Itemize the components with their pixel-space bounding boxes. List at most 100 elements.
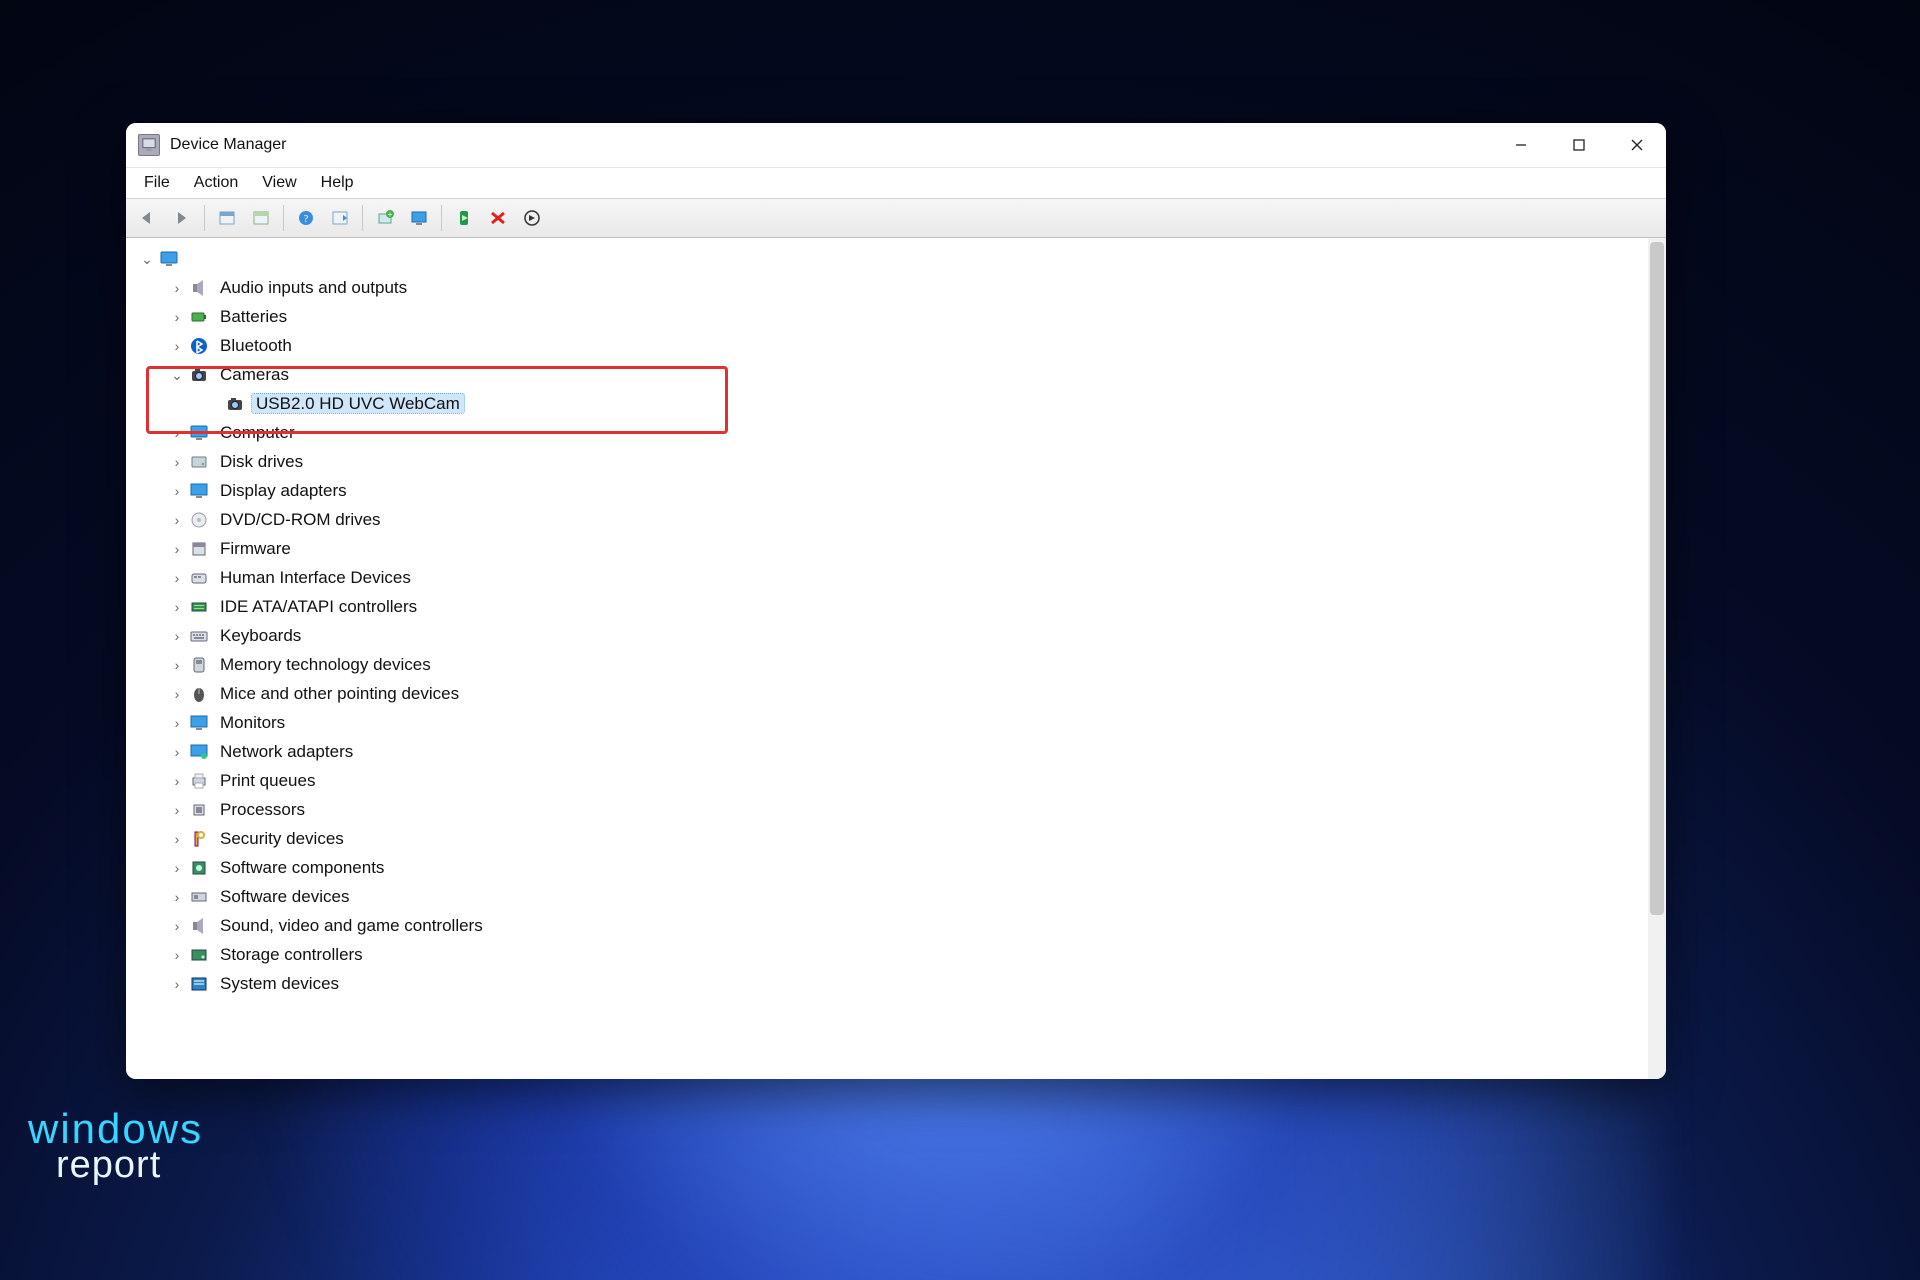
expand-icon[interactable]: › (168, 339, 186, 353)
toolbar-help[interactable]: ? (290, 203, 322, 233)
tree-node-mon[interactable]: ›Monitors (138, 708, 1648, 737)
tree-node-bt[interactable]: ›Bluetooth (138, 331, 1648, 360)
tree-node-disk[interactable]: ›Disk drives (138, 447, 1648, 476)
expand-icon[interactable]: › (168, 629, 186, 643)
tree-node-stc[interactable]: ›Storage controllers (138, 940, 1648, 969)
toolbar-enable[interactable] (448, 203, 480, 233)
toolbar-update[interactable] (245, 203, 277, 233)
toolbar-properties[interactable] (211, 203, 243, 233)
expand-icon[interactable]: › (168, 803, 186, 817)
tree-node-comp[interactable]: › Computer (138, 418, 1648, 447)
expand-icon[interactable]: › (168, 832, 186, 846)
tree-node-dvd[interactable]: ›DVD/CD-ROM drives (138, 505, 1648, 534)
expand-icon[interactable]: › (168, 745, 186, 759)
tree-node-hid[interactable]: ›Human Interface Devices (138, 563, 1648, 592)
expand-icon[interactable]: › (168, 919, 186, 933)
expand-icon[interactable]: › (168, 861, 186, 875)
expand-icon[interactable]: › (168, 687, 186, 701)
tree-node-label: Software devices (216, 887, 353, 906)
sound-icon (188, 915, 210, 937)
toolbar-separator (204, 205, 205, 231)
tree-node-label: Display adapters (216, 481, 351, 500)
svg-text:?: ? (304, 213, 309, 225)
tree-node-sys[interactable]: ›System devices (138, 969, 1648, 998)
tree-node-kb[interactable]: › Keyboards (138, 621, 1648, 650)
tree-node-audio[interactable]: › Audio inputs and outputs (138, 273, 1648, 302)
toolbar-add-legacy[interactable]: + (369, 203, 401, 233)
tree-node-snd[interactable]: ›Sound, video and game controllers (138, 911, 1648, 940)
expand-icon[interactable]: › (168, 310, 186, 324)
toolbar-uninstall[interactable] (482, 203, 514, 233)
device-tree[interactable]: ⌄ › Audio inputs and outputs › Batteries ›Blu… (126, 238, 1648, 1079)
tree-node-disp[interactable]: › Display adapters (138, 476, 1648, 505)
tree-node-label: Batteries (216, 307, 291, 326)
watermark-line2: report (56, 1148, 203, 1182)
tree-node-label: Audio inputs and outputs (216, 278, 411, 297)
tree-node-fw[interactable]: ›Firmware (138, 534, 1648, 563)
expand-icon[interactable]: › (168, 977, 186, 991)
tree-node-label (186, 258, 194, 260)
camera-icon (188, 364, 210, 386)
tree-node-cam[interactable]: ⌄Cameras (138, 360, 1648, 389)
menu-action[interactable]: Action (182, 171, 250, 195)
expand-icon[interactable]: › (168, 281, 186, 295)
monitor-icon (188, 712, 210, 734)
tree-node-mem[interactable]: ›Memory technology devices (138, 650, 1648, 679)
tree-node-swd[interactable]: › Software devices (138, 882, 1648, 911)
collapse-icon[interactable]: ⌄ (138, 252, 156, 266)
expand-icon[interactable]: › (168, 542, 186, 556)
tree-node-label: Keyboards (216, 626, 305, 645)
expand-icon[interactable]: › (168, 948, 186, 962)
computer-icon (158, 248, 180, 270)
toolbar: ? + (126, 198, 1666, 238)
menu-help[interactable]: Help (309, 171, 366, 195)
maximize-button[interactable] (1550, 123, 1608, 167)
window-title: Device Manager (170, 136, 287, 154)
toolbar-back[interactable] (132, 203, 164, 233)
camera-icon (224, 393, 246, 415)
expand-icon[interactable]: › (168, 658, 186, 672)
tree-node-label: Processors (216, 800, 309, 819)
expand-icon[interactable]: › (168, 513, 186, 527)
expand-icon[interactable]: › (168, 455, 186, 469)
vertical-scrollbar[interactable] (1648, 238, 1666, 1079)
tree-node-label: Software components (216, 858, 388, 877)
toolbar-separator (441, 205, 442, 231)
toolbar-scan[interactable] (324, 203, 356, 233)
toolbar-forward[interactable] (166, 203, 198, 233)
expand-icon[interactable]: › (168, 774, 186, 788)
toolbar-refresh[interactable] (516, 203, 548, 233)
tree-node-root[interactable]: ⌄ (138, 244, 1648, 273)
expand-icon[interactable]: › (168, 716, 186, 730)
mouse-icon (188, 683, 210, 705)
watermark-line1: windows (28, 1110, 203, 1148)
tree-node-label: Computer (216, 423, 299, 442)
tree-node-net[interactable]: ›Network adapters (138, 737, 1648, 766)
expand-icon[interactable]: › (168, 890, 186, 904)
toolbar-monitor[interactable] (403, 203, 435, 233)
swcomp-icon (188, 857, 210, 879)
tree-node-batt[interactable]: › Batteries (138, 302, 1648, 331)
tree-node-proc[interactable]: › Processors (138, 795, 1648, 824)
close-button[interactable] (1608, 123, 1666, 167)
tree-node-cam0[interactable]: USB2.0 HD UVC WebCam (138, 389, 1648, 418)
tree-node-swc[interactable]: › Software components (138, 853, 1648, 882)
tree-node-sec[interactable]: ›Security devices (138, 824, 1648, 853)
bluetooth-icon (188, 335, 210, 357)
expand-icon[interactable]: › (168, 484, 186, 498)
menu-view[interactable]: View (250, 171, 308, 195)
scrollbar-thumb[interactable] (1650, 242, 1664, 915)
tree-node-pq[interactable]: › Print queues (138, 766, 1648, 795)
expand-icon[interactable]: › (168, 571, 186, 585)
expand-icon[interactable]: › (168, 426, 186, 440)
minimize-button[interactable] (1492, 123, 1550, 167)
collapse-icon[interactable]: ⌄ (168, 368, 186, 382)
window-titlebar[interactable]: Device Manager (126, 123, 1666, 167)
expand-icon[interactable]: › (168, 600, 186, 614)
printer-icon (188, 770, 210, 792)
tree-node-mouse[interactable]: ›Mice and other pointing devices (138, 679, 1648, 708)
menu-file[interactable]: File (132, 171, 182, 195)
tree-node-ide[interactable]: ›IDE ATA/ATAPI controllers (138, 592, 1648, 621)
device-manager-window: Device Manager File Action View Help (126, 123, 1666, 1079)
tree-node-label: Print queues (216, 771, 319, 790)
